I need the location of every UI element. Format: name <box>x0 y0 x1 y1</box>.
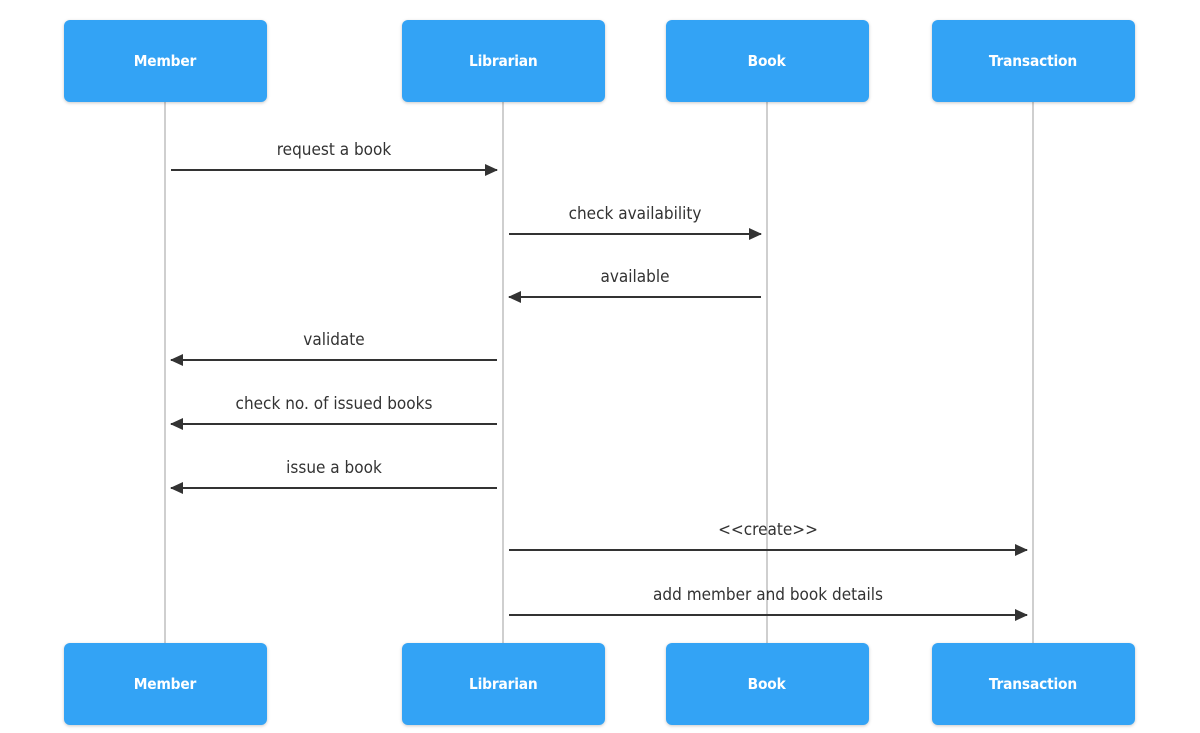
arrowhead-left-icon <box>170 418 183 430</box>
participant-label-librarian: Librarian <box>468 675 538 693</box>
message-line-m2 <box>509 233 761 235</box>
lifeline-transaction <box>1032 102 1034 643</box>
participant-label-book: Book <box>748 52 786 70</box>
sequence-diagram-canvas: request a book check availability availabl… <box>0 0 1200 733</box>
participant-top-member[interactable]: Member <box>63 20 267 102</box>
arrowhead-right-icon <box>1015 609 1028 621</box>
participant-bottom-transaction[interactable]: Transaction <box>931 643 1135 725</box>
participant-label-transaction: Transaction <box>988 52 1078 70</box>
lifeline-librarian <box>502 102 504 643</box>
arrowhead-right-icon <box>485 164 498 176</box>
participant-label-member: Member <box>133 52 197 70</box>
arrowhead-right-icon <box>1015 544 1028 556</box>
message-label-m1: request a book <box>276 140 392 160</box>
message-label-m7: <<create>> <box>718 520 818 540</box>
arrowhead-right-icon <box>749 228 762 240</box>
message-label-m4: validate <box>303 330 365 350</box>
lifeline-book <box>766 102 768 643</box>
participant-top-transaction[interactable]: Transaction <box>931 20 1135 102</box>
message-label-m5: check no. of issued books <box>235 394 433 414</box>
message-line-m5 <box>171 423 497 425</box>
message-label-m8: add member and book details <box>653 585 883 605</box>
participant-label-member: Member <box>133 675 197 693</box>
message-label-m3: available <box>600 267 670 287</box>
participant-bottom-book[interactable]: Book <box>665 643 869 725</box>
participant-top-librarian[interactable]: Librarian <box>401 20 605 102</box>
participant-label-book: Book <box>748 675 786 693</box>
arrowhead-left-icon <box>170 354 183 366</box>
participant-bottom-member[interactable]: Member <box>63 643 267 725</box>
participant-label-librarian: Librarian <box>468 52 538 70</box>
message-line-m4 <box>171 359 497 361</box>
participant-bottom-librarian[interactable]: Librarian <box>401 643 605 725</box>
message-line-m7 <box>509 549 1027 551</box>
message-label-m2: check availability <box>568 204 702 224</box>
participant-top-book[interactable]: Book <box>665 20 869 102</box>
message-label-m6: issue a book <box>286 458 382 478</box>
arrowhead-left-icon <box>508 291 521 303</box>
message-line-m6 <box>171 487 497 489</box>
message-line-m1 <box>171 169 497 171</box>
arrowhead-left-icon <box>170 482 183 494</box>
participant-label-transaction: Transaction <box>988 675 1078 693</box>
message-line-m3 <box>509 296 761 298</box>
lifeline-member <box>164 102 166 643</box>
message-line-m8 <box>509 614 1027 616</box>
